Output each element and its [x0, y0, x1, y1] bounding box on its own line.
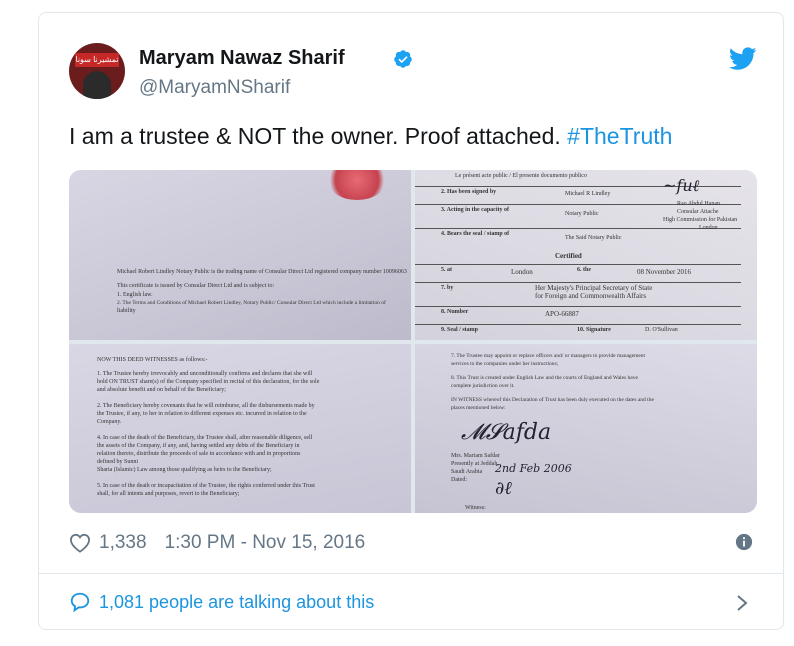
cert-row: 8. Number APO-66887	[415, 306, 741, 323]
doc-text: and absolute benefit and on behalf of th…	[97, 387, 226, 393]
tweet-footer: 1,338 1:30 PM - Nov 15, 2016	[69, 529, 365, 557]
verified-badge-icon	[394, 50, 412, 68]
doc-text: 7. The Trustee may appoint or replace of…	[451, 353, 646, 359]
doc-text: IN WITNESS whereof this Declaration of T…	[451, 397, 654, 403]
doc-text: Mrs. Mariam Safdar	[451, 453, 500, 459]
doc-text: Saudi Arabia	[451, 469, 483, 475]
doc-text: Witness:	[465, 505, 486, 511]
speech-bubble-icon	[70, 592, 90, 613]
doc-text: Rao Abdul Hanan	[677, 201, 720, 207]
author-handle[interactable]: @MaryamNSharif	[139, 77, 290, 99]
doc-text: 8. This Trust is created under English L…	[451, 375, 638, 381]
red-seal-stamp	[327, 170, 387, 200]
hashtag-link[interactable]: #TheTruth	[567, 123, 672, 149]
divider	[39, 573, 783, 574]
witness-signature: ∂ℓ	[495, 478, 512, 499]
doc-text: defined by Sunni	[97, 459, 138, 465]
cert-label: 6. the	[577, 267, 591, 273]
media-grid: Michael Robert Lindley Notary Public is …	[69, 170, 757, 513]
handwritten-signature: 𝓜𝓢afda	[461, 420, 552, 445]
doc-text: the Trustee, if any, to her in relation …	[97, 411, 307, 417]
timestamp[interactable]: 1:30 PM - Nov 15, 2016	[165, 532, 366, 554]
cert-row: 4. Bears the seal / stamp of The Said No…	[415, 228, 741, 247]
doc-text: relation thereto, distribute the proceed…	[97, 451, 301, 457]
doc-text: services to the companies under her inst…	[451, 361, 559, 367]
attache-signature: ~fuℓ	[663, 176, 700, 195]
photo-3[interactable]: NOW THIS DEED WITNESSES as follows:- 1. …	[69, 344, 411, 513]
photo-2[interactable]: Le présent acte public / El presente doc…	[415, 170, 757, 340]
cert-label: 3. Acting in the capacity of	[441, 207, 509, 213]
doc-text: 2. The Terms and Conditions of Michael R…	[117, 300, 386, 306]
heart-icon[interactable]	[69, 533, 91, 553]
chevron-right-icon[interactable]	[735, 593, 749, 613]
photo-1[interactable]: Michael Robert Lindley Notary Public is …	[69, 170, 411, 340]
doc-text: Consular Attache	[677, 209, 719, 215]
avatar-banner: تمشيرنا سونا	[75, 53, 119, 67]
cert-label: 4. Bears the seal / stamp of	[441, 231, 510, 237]
cert-row: 9. Seal / stamp 10. Signature D. O'Sulli…	[415, 324, 741, 340]
doc-text: complete jurisdiction over it.	[451, 383, 515, 389]
cert-label: 8. Number	[441, 309, 469, 315]
doc-text: Dated:	[451, 477, 467, 483]
cert-label: 10. Signature	[577, 327, 611, 333]
doc-text: Michael Robert Lindley Notary Public is …	[117, 269, 407, 275]
cert-value: D. O'Sullivan	[645, 327, 678, 333]
avatar-figure	[83, 71, 111, 99]
info-icon[interactable]	[735, 533, 753, 551]
avatar[interactable]: تمشيرنا سونا	[69, 43, 125, 99]
cert-value: for Foreign and Commonwealth Affairs	[535, 292, 647, 300]
cert-value: 08 November 2016	[637, 268, 692, 276]
cert-label: 7. by	[441, 285, 454, 291]
doc-text: Presently at Jeddah,	[451, 461, 499, 467]
tweet-text: I am a trustee & NOT the owner. Proof at…	[69, 123, 672, 150]
tweet-card: تمشيرنا سونا Maryam Nawaz Sharif @Maryam…	[38, 12, 784, 630]
doc-text: 1. The Trustee hereby irrevocably and un…	[97, 371, 313, 377]
cert-label: 9. Seal / stamp	[441, 327, 479, 333]
author-name[interactable]: Maryam Nawaz Sharif	[139, 47, 345, 70]
twitter-bird-icon[interactable]	[729, 47, 757, 71]
cert-value: Notary Public	[565, 211, 599, 217]
doc-text: places mentioned below:	[451, 405, 506, 411]
doc-text: hold ON TRUST share(s) of the Company sp…	[97, 379, 320, 385]
cert-value: The Said Notary Public	[565, 235, 622, 241]
cert-row: 5. at London 6. the 08 November 2016	[415, 264, 741, 281]
doc-text: London	[699, 225, 718, 231]
doc-text: the assets of the Company, if any, and, …	[97, 443, 300, 449]
doc-text: 5. In case of the death or incapacitatio…	[97, 483, 315, 489]
handwritten-date: 2nd Feb 2006	[495, 462, 572, 475]
cert-value: Her Majesty's Principal Secretary of Sta…	[535, 284, 653, 292]
doc-text: liability	[117, 308, 136, 314]
like-count[interactable]: 1,338	[99, 532, 147, 554]
cert-value: Michael R Lindley	[565, 191, 611, 197]
conversation-link[interactable]: 1,081 people are talking about this	[69, 591, 374, 613]
cert-label: 5. at	[441, 267, 452, 273]
doc-text: NOW THIS DEED WITNESSES as follows:-	[97, 357, 208, 363]
conversation-count[interactable]: 1,081 people are talking about this	[99, 592, 374, 613]
photo-4[interactable]: 7. The Trustee may appoint or replace of…	[415, 344, 757, 513]
doc-text: 4. In case of the death of the Beneficia…	[97, 435, 313, 441]
doc-text: Sharia (Islamic) Law among those qualify…	[97, 467, 272, 473]
cert-value: London	[511, 268, 533, 276]
certified-heading: Certified	[555, 252, 582, 260]
doc-text: 1. English law.	[117, 292, 153, 298]
doc-text: Company.	[97, 419, 122, 425]
doc-text: Le présent acte public / El presente doc…	[455, 173, 587, 179]
cert-label: 2. Has been signed by	[441, 189, 497, 195]
doc-text: This certificate is issued by Consular D…	[117, 283, 275, 289]
tweet-body: I am a trustee & NOT the owner. Proof at…	[69, 123, 568, 149]
doc-text: High Commission for Pakistan	[663, 217, 738, 223]
cert-value: APO-66887	[545, 310, 579, 318]
doc-text: shall, for all intents and purposes, rev…	[97, 491, 240, 497]
doc-text: 2. The Beneficiary hereby covenants that…	[97, 403, 315, 409]
cert-row: 7. by Her Majesty's Principal Secretary …	[415, 282, 741, 305]
